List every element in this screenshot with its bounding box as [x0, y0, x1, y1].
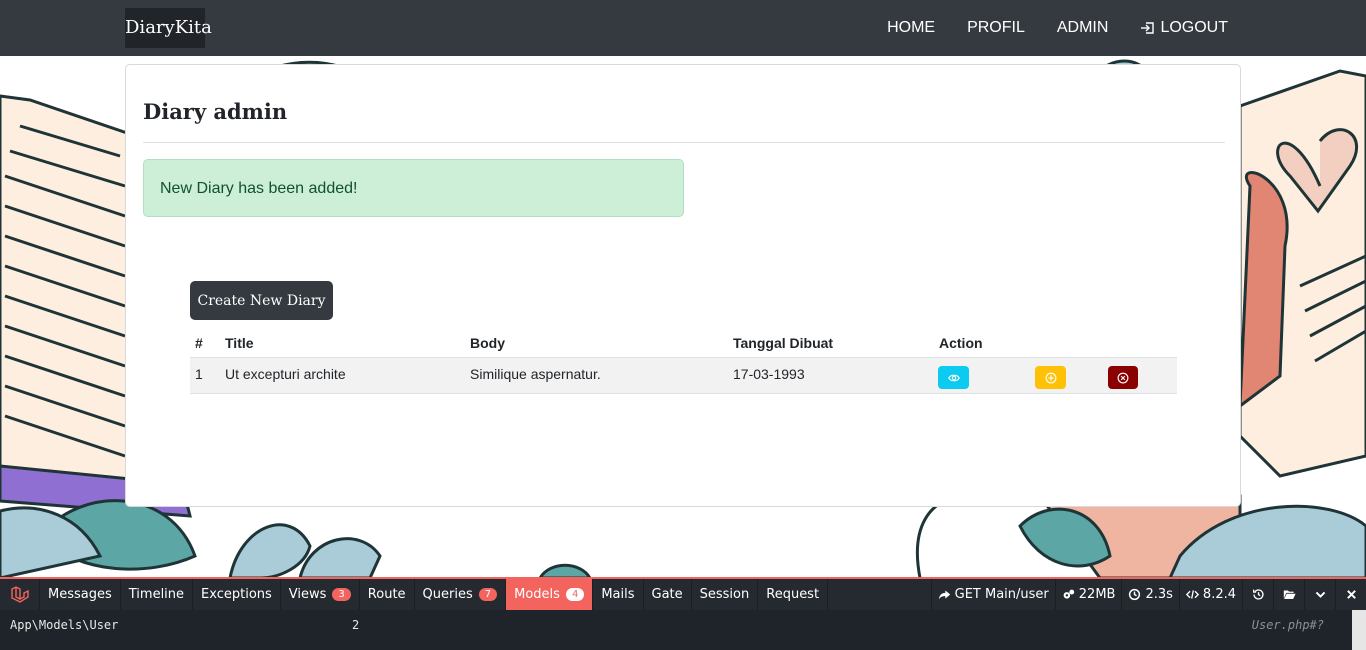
row-number: 1: [195, 366, 203, 382]
tab-label: Mails: [601, 587, 635, 602]
debug-tab-models[interactable]: Models 4: [506, 579, 594, 610]
time-label: 2.3s: [1145, 587, 1173, 602]
tab-label: Timeline: [128, 587, 185, 602]
open-button[interactable]: [1273, 579, 1304, 610]
request-stat[interactable]: GET Main/user: [930, 579, 1055, 610]
logout-icon: [1141, 22, 1155, 34]
tab-label: Session: [699, 587, 750, 602]
edit-button[interactable]: [1035, 366, 1066, 389]
tab-label: Views: [288, 587, 327, 602]
brand-logo[interactable]: DiaryKita: [125, 8, 212, 48]
header-body: Body: [470, 335, 505, 351]
page-title: Diary admin: [143, 99, 288, 124]
header-action: Action: [939, 335, 983, 351]
debugbar-panel: App\Models\User 2 User.php#?: [0, 610, 1366, 650]
x-circle-icon: [1117, 372, 1129, 383]
debugbar: Messages Timeline Exceptions Views 3 Rout…: [0, 577, 1366, 650]
folder-open-icon: [1283, 590, 1296, 599]
views-badge: 3: [332, 588, 351, 601]
table-row: 1 Ut excepturi archite Similique asperna…: [190, 357, 1177, 394]
debug-tab-queries[interactable]: Queries 7: [415, 579, 507, 610]
close-button[interactable]: [1335, 579, 1366, 610]
chevron-down-icon: [1315, 591, 1325, 598]
model-name: App\Models\User: [10, 618, 119, 632]
tab-label: Queries: [422, 587, 473, 602]
nav-admin[interactable]: ADMIN: [1057, 19, 1109, 37]
php-version: 8.2.4: [1202, 587, 1236, 602]
clock-icon: [1129, 588, 1141, 601]
logout-label: LOGOUT: [1160, 19, 1228, 36]
share-icon: [938, 590, 950, 600]
code-icon: [1185, 590, 1199, 599]
debug-tab-views[interactable]: Views 3: [281, 579, 360, 610]
memory-label: 22MB: [1078, 587, 1116, 602]
cogs-icon: [1063, 589, 1074, 599]
tab-label: Exceptions: [201, 587, 272, 602]
delete-button[interactable]: [1108, 366, 1138, 389]
nav-links: HOME PROFIL ADMIN LOGOUT: [887, 0, 1228, 56]
request-label: GET Main/user: [954, 587, 1049, 602]
debug-tab-route[interactable]: Route: [360, 579, 415, 610]
row-title: Ut excepturi archite: [225, 366, 346, 382]
success-alert: New Diary has been added!: [143, 159, 684, 217]
queries-badge: 7: [478, 588, 498, 601]
memory-stat: 22MB: [1054, 579, 1122, 610]
tab-label: Request: [766, 587, 820, 602]
debug-tab-timeline[interactable]: Timeline: [121, 579, 194, 610]
header-date: Tanggal Dibuat: [733, 335, 834, 351]
time-stat: 2.3s: [1121, 579, 1178, 610]
model-file-link[interactable]: User.php#?: [1252, 618, 1324, 632]
create-diary-button[interactable]: Create New Diary: [190, 281, 333, 320]
debug-tab-exceptions[interactable]: Exceptions: [193, 579, 281, 610]
tab-label: Models: [514, 587, 560, 602]
debug-tab-messages[interactable]: Messages: [40, 579, 121, 610]
title-divider: [143, 142, 1225, 143]
debugbar-toolbar: Messages Timeline Exceptions Views 3 Rout…: [0, 577, 1366, 610]
debugbar-stats: GET Main/user 22MB 2.3s 8.2.4: [930, 579, 1366, 610]
top-navbar: DiaryKita HOME PROFIL ADMIN LOGOUT: [0, 0, 1366, 56]
debug-tab-mails[interactable]: Mails: [593, 579, 644, 610]
debug-tab-gate[interactable]: Gate: [644, 579, 692, 610]
table-header: # Title Body Tanggal Dibuat Action: [190, 331, 1177, 357]
header-title: Title: [225, 335, 254, 351]
row-date: 17-03-1993: [733, 366, 805, 382]
nav-logout[interactable]: LOGOUT: [1140, 19, 1228, 37]
view-button[interactable]: [938, 366, 969, 389]
header-number: #: [195, 335, 203, 351]
php-stat: 8.2.4: [1178, 579, 1242, 610]
row-body: Similique aspernatur.: [470, 366, 601, 382]
models-badge: 4: [565, 588, 585, 601]
admin-card: Diary admin New Diary has been added! Cr…: [125, 64, 1241, 507]
panel-scrollbar[interactable]: [1352, 610, 1366, 650]
history-icon: [1252, 589, 1264, 600]
tab-label: Route: [367, 587, 406, 602]
model-count: 2: [352, 618, 360, 632]
eye-icon: [947, 374, 960, 381]
history-button[interactable]: [1242, 579, 1273, 610]
diary-table: # Title Body Tanggal Dibuat Action 1 Ut …: [190, 331, 1177, 394]
minimize-button[interactable]: [1304, 579, 1335, 610]
debug-tab-request[interactable]: Request: [758, 579, 829, 610]
nav-profil[interactable]: PROFIL: [967, 19, 1025, 37]
debug-tab-session[interactable]: Session: [692, 579, 759, 610]
close-icon: [1346, 590, 1356, 599]
tab-label: Gate: [651, 587, 683, 602]
nav-home[interactable]: HOME: [887, 19, 935, 37]
plus-circle-icon: [1045, 372, 1056, 383]
laravel-logo-icon[interactable]: [0, 579, 40, 610]
tab-label: Messages: [48, 587, 112, 602]
